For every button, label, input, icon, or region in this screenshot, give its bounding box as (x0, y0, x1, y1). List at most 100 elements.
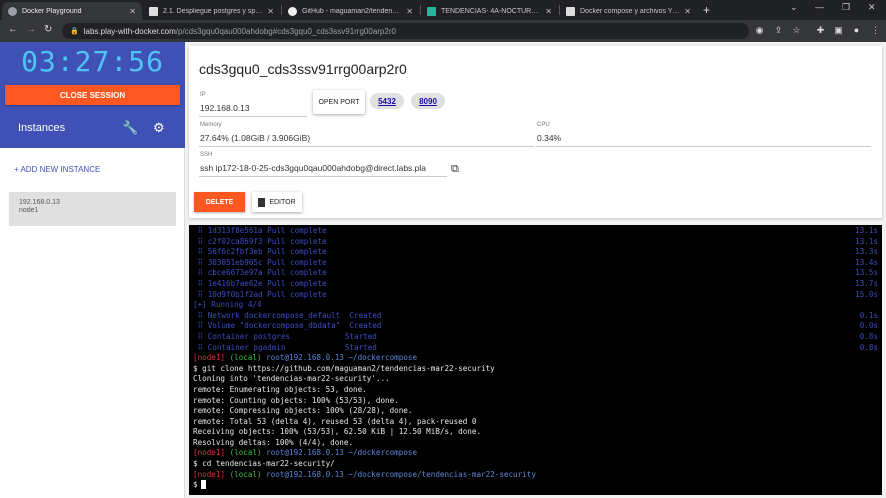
terminal-duration (838, 448, 878, 459)
terminal-text: [node1] (193, 448, 230, 458)
terminal-line: remote: Compressing objects: 100% (28/28… (193, 406, 878, 417)
tab-tendencias[interactable]: TENDENCIAS- 4A-NOCTURNO-S ✕ (421, 2, 558, 20)
github-icon (288, 6, 297, 16)
chrome-icon[interactable]: ◉ (754, 25, 765, 36)
close-icon[interactable]: ✕ (684, 7, 691, 16)
terminal-text: ⠿ 1d313f8e561a Pull complete (193, 226, 327, 235)
terminal-line: $ git clone https://github.com/maguaman2… (193, 364, 878, 375)
tab-despliegue[interactable]: 2.1. Despliegue postgres y spring ✕ (143, 2, 280, 20)
terminal-text: remote: Enumerating objects: 53, done. (193, 384, 367, 394)
instance-item-node1[interactable]: 192.168.0.13 node1 (9, 192, 176, 226)
terminal-text: ⠿ 10d9f0b1f2ad Pull complete (193, 289, 327, 299)
star-icon[interactable]: ☆ (791, 25, 802, 36)
instance-panel: cds3gqu0_cds3ssv91rrg00arp2r0 IP 192.168… (189, 46, 882, 218)
minimize-icon[interactable]: — (815, 2, 824, 12)
cpu-value: 0.34% (537, 133, 562, 143)
back-icon[interactable]: ← (8, 24, 18, 35)
close-icon[interactable]: ✕ (267, 7, 274, 16)
wrench-icon[interactable]: 🔧 (122, 120, 138, 136)
terminal-duration (838, 406, 878, 417)
document-icon (566, 6, 575, 16)
menu-icon[interactable]: ⋮ (870, 25, 881, 36)
forward-icon[interactable]: → (26, 24, 36, 35)
terminal-line: ⠿ Container postgres Started 0.8s (193, 332, 878, 343)
delete-button[interactable]: DELETE (194, 192, 245, 212)
terminal-prompt-line: $ (193, 480, 878, 491)
tab-github[interactable]: GitHub - maguaman2/tendencias ✕ (282, 2, 419, 20)
terminal-duration (838, 353, 878, 364)
terminal-text: [+] Running 4/4 (193, 300, 262, 310)
tab-title: GitHub - maguaman2/tendencias (302, 7, 403, 15)
maximize-icon[interactable]: ❐ (842, 2, 850, 13)
terminal-line: $ cd tendencias-mar22-security/ (193, 459, 878, 470)
sidepanel-icon[interactable]: ▣ (833, 25, 844, 36)
terminal-text: Resolving deltas: 100% (4/4), done. (193, 437, 354, 447)
close-window-icon[interactable]: ✕ (868, 2, 876, 13)
profile-icon[interactable]: ● (851, 25, 862, 36)
terminal-line: ⠿ Network dockercompose_default Created 0… (193, 311, 878, 322)
terminal-line: ⠿ Container pgadmin Started 0.8s (193, 343, 878, 354)
terminal-line: [+] Running 4/4 (193, 300, 878, 311)
reload-icon[interactable]: ↻ (44, 24, 52, 35)
terminal-duration: 13.5s (855, 268, 878, 278)
session-timer: 03:27:56 (21, 45, 164, 78)
gear-icon[interactable]: ⚙ (153, 120, 165, 136)
port-8090-link[interactable]: 8090 (411, 93, 445, 109)
terminal[interactable]: ⠿ 1d313f8e561a Pull complete 13.1s ⠿ c2f0… (189, 225, 882, 495)
copy-icon[interactable]: ⧉ (451, 163, 459, 176)
terminal-text: ⠿ Container postgres Started (193, 331, 377, 341)
terminal-duration (838, 396, 878, 407)
terminal-duration (838, 459, 878, 470)
terminal-duration: 0.1s (859, 310, 878, 320)
terminal-text: [node1] (193, 353, 230, 363)
tab-docker-playground[interactable]: Docker Playground ✕ (2, 2, 142, 20)
terminal-line: ⠿ 1d313f8e561a Pull complete 13.1s (193, 226, 878, 237)
terminal-line: ⠿ cbce6673e97a Pull complete 13.5s (193, 268, 878, 279)
terminal-duration (838, 438, 878, 449)
terminal-text: Receiving objects: 100% (53/53), 62.50 K… (193, 427, 482, 437)
terminal-cursor (200, 480, 206, 490)
terminal-duration: 13.1s (855, 226, 878, 235)
terminal-text: remote: Compressing objects: 100% (28/28… (193, 406, 413, 416)
tab-title: Docker Playground (22, 7, 82, 15)
terminal-duration: 0.8s (859, 331, 878, 341)
ssh-label: SSH (200, 152, 213, 158)
terminal-duration: 0.8s (859, 342, 878, 352)
close-icon[interactable]: ✕ (129, 7, 136, 16)
add-new-instance-button[interactable]: + ADD NEW INSTANCE (14, 165, 100, 174)
new-tab-button[interactable]: + (703, 3, 710, 17)
terminal-line: [node1] (local) root@192.168.0.13 ~/dock… (193, 470, 878, 481)
terminal-text: root@192.168.0.13 (266, 469, 349, 479)
tab-title: 2.1. Despliegue postgres y spring (163, 7, 264, 15)
terminal-text: ~/dockercompose (348, 448, 418, 458)
share-icon[interactable]: ⇪ (773, 25, 784, 36)
address-bar[interactable]: 🔒 labs.play-with-docker.com/p/cds3gqu0qa… (62, 23, 749, 39)
terminal-text: $ git clone https://github.com/maguaman2… (193, 363, 495, 373)
terminal-text: (local) (229, 469, 267, 479)
lock-icon: 🔒 (70, 28, 79, 35)
page: 03:27:56 CLOSE SESSION Instances 🔧 ⚙ + A… (0, 42, 886, 498)
terminal-duration (838, 374, 878, 385)
terminal-text: [node1] (193, 469, 230, 479)
terminal-text: ⠿ Volume "dockercompose_dbdata" Created (193, 321, 382, 331)
terminal-line: ⠿ 10d9f0b1f2ad Pull complete 15.0s (193, 290, 878, 301)
extensions-icon[interactable]: ✚ (815, 25, 826, 36)
close-icon[interactable]: ✕ (406, 7, 413, 16)
port-5432-link[interactable]: 5432 (370, 93, 404, 109)
close-session-button[interactable]: CLOSE SESSION (5, 85, 180, 105)
terminal-text: ~/dockercompose/tendencias-mar22-securit… (348, 469, 536, 479)
terminal-text: remote: Total 53 (delta 4), reused 53 (d… (193, 416, 477, 426)
open-port-button[interactable]: OPEN PORT (313, 90, 365, 114)
tab-search-icon[interactable]: ⌄ (790, 2, 798, 13)
terminal-text: ⠿ Container pgadmin Started (193, 342, 377, 352)
session-header: 03:27:56 CLOSE SESSION Instances 🔧 ⚙ (0, 42, 185, 148)
terminal-duration: 13.1s (855, 236, 878, 246)
close-icon[interactable]: ✕ (545, 7, 552, 16)
document-icon (149, 6, 158, 16)
terminal-line: remote: Counting objects: 100% (53/53), … (193, 396, 878, 407)
terminal-text: ⠿ 303051eb905c Pull complete (193, 257, 327, 267)
tab-docker-compose[interactable]: Docker compose y archivos YML ✕ (560, 2, 697, 20)
editor-button[interactable]: EDITOR (252, 192, 302, 212)
teams-icon (427, 6, 436, 16)
ip-label: IP (200, 92, 206, 98)
